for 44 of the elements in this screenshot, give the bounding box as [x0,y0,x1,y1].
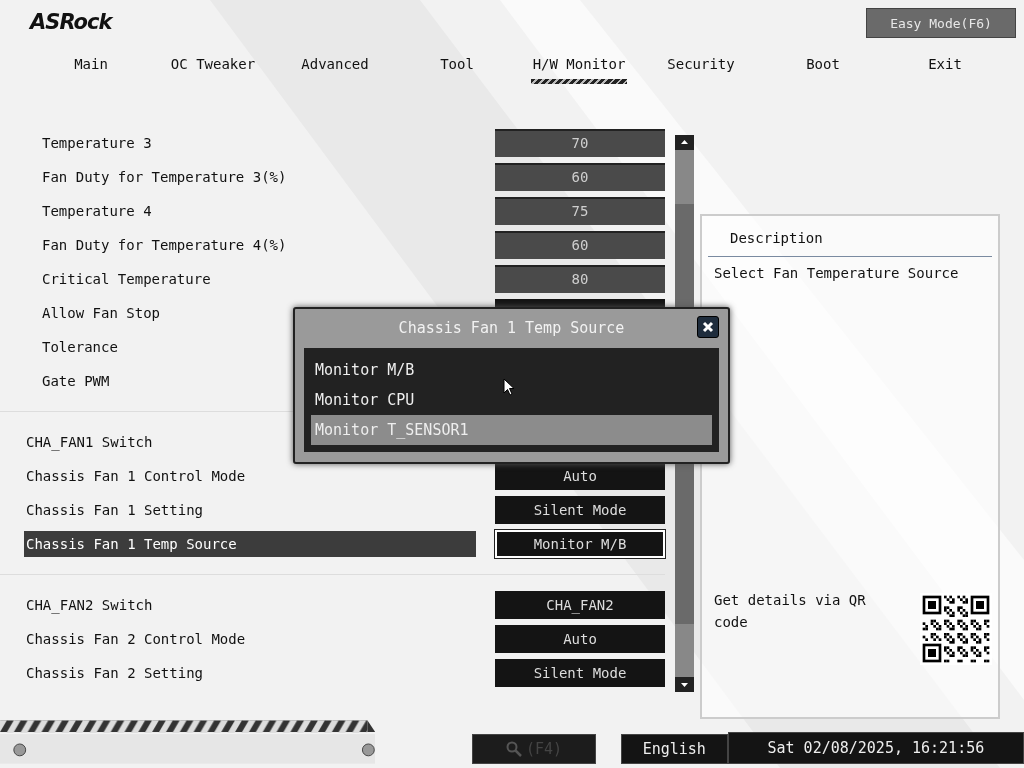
setting-label[interactable]: Chassis Fan 2 Control Mode [24,626,476,652]
easy-mode-button[interactable]: Easy Mode(F6) [866,8,1016,38]
setting-label[interactable]: Chassis Fan 1 Temp Source [24,531,476,557]
setting-label[interactable]: Temperature 3 [24,130,476,156]
option-button[interactable]: CHA_FAN2 [495,591,665,619]
menu-tab[interactable]: Boot [762,46,884,76]
date-time: Sat 02/08/2025, 16:21:56 [727,732,1024,764]
dialog-title: Chassis Fan 1 Temp Source [398,319,625,337]
option-button[interactable]: Monitor M/B [495,530,665,558]
menu-tab[interactable]: Tool [396,46,518,76]
option-button[interactable]: Silent Mode [495,496,665,524]
value-field[interactable]: 75 [495,197,665,225]
setting-label[interactable]: Critical Temperature [24,266,476,292]
menu-tab[interactable]: OC Tweaker [152,46,274,76]
value-field[interactable]: 60 [495,231,665,259]
setting-label[interactable]: CHA_FAN2 Switch [24,592,476,618]
menu-tab[interactable]: Advanced [274,46,396,76]
value-field[interactable]: 60 [495,163,665,191]
value-field[interactable]: 70 [495,129,665,157]
close-icon [702,321,714,333]
setting-label[interactable]: Chassis Fan 1 Control Mode [24,463,476,489]
mouse-pointer-icon [503,378,515,396]
option-button[interactable]: Auto [495,625,665,653]
close-button[interactable] [697,316,719,338]
dialog-option[interactable]: Monitor CPU [311,385,712,415]
setting-label[interactable]: Fan Duty for Temperature 3(%) [24,164,476,190]
menu-tab[interactable]: Security [640,46,762,76]
qr-code [920,593,992,665]
setting-label[interactable]: Temperature 4 [24,198,476,224]
value-field[interactable]: 80 [495,265,665,293]
qr-hint-text: Get details via QR code [714,591,867,632]
description-text: Select Fan Temperature Source [713,265,960,281]
search-icon [506,741,522,757]
option-button[interactable]: Auto [495,462,665,490]
dialog-option[interactable]: Monitor M/B [311,355,712,385]
option-button[interactable]: Silent Mode [495,659,665,687]
brand-logo: ASRock [30,10,112,34]
setting-label[interactable]: Chassis Fan 1 Setting [24,497,476,523]
menu-tab[interactable]: Main [30,46,152,76]
panel-title: Description [708,230,992,257]
language-button[interactable]: English [620,734,728,764]
setting-label[interactable]: Chassis Fan 2 Setting [24,660,476,686]
setting-label[interactable]: Fan Duty for Temperature 4(%) [24,232,476,258]
menu-tab[interactable]: Exit [884,46,1006,76]
